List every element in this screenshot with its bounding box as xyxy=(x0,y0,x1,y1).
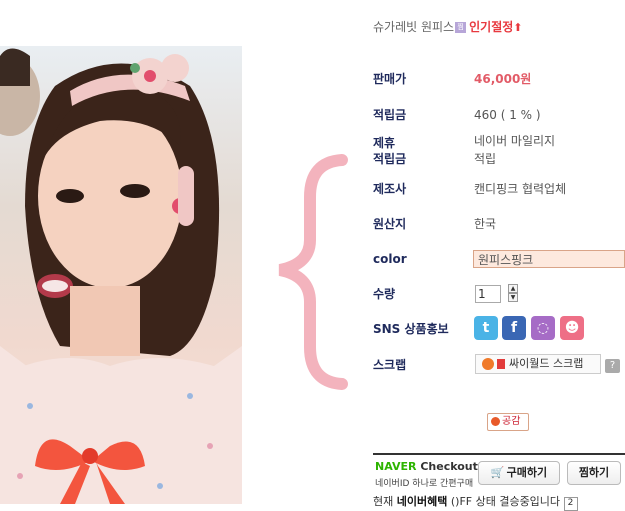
help-icon[interactable]: 2 xyxy=(563,497,578,511)
partner-points-value-2: 적립 xyxy=(474,152,497,166)
scrap-label: 스크랩 xyxy=(373,358,407,372)
quantity-label: 수량 xyxy=(373,287,396,301)
scrap-icon xyxy=(497,359,505,369)
model-illustration xyxy=(0,48,242,504)
wishlist-tag-icon: 찜 xyxy=(455,22,467,33)
twitter-icon[interactable]: t xyxy=(474,316,498,340)
like-icon xyxy=(491,416,500,426)
naver-checkout-subtitle: 네이버ID 하나로 간편구매 xyxy=(375,479,474,489)
points-value: 460 ( 1 % ) xyxy=(474,108,541,122)
like-button[interactable]: 공감 xyxy=(487,413,529,431)
naver-benefit-notice: 현재 네이버혜택 ()FF 상태 결승중입니다 2 xyxy=(373,493,578,511)
pink-brace-decoration xyxy=(272,152,352,396)
product-title-row: 슈가레빗 원피스 찜 인기절정⬆ xyxy=(373,18,523,35)
like-label: 공감 xyxy=(502,416,521,427)
manufacturer-value: 캔디핑크 협력업체 xyxy=(474,182,567,196)
partner-points-value-1: 네이버 마일리지 xyxy=(474,134,556,148)
origin-value: 한국 xyxy=(474,217,497,231)
price-label: 판매가 xyxy=(373,72,407,86)
manufacturer-label: 제조사 xyxy=(373,182,407,196)
sns-label: SNS 상품홍보 xyxy=(373,322,449,336)
origin-label: 원산지 xyxy=(373,217,407,231)
partner-points-label-2: 적립금 xyxy=(373,152,407,166)
product-title: 슈가레빗 원피스 xyxy=(373,20,455,34)
color-label: color xyxy=(373,252,407,266)
cyworld-icon xyxy=(482,358,494,370)
help-icon[interactable]: ? xyxy=(605,359,620,373)
buy-button[interactable]: 🛒 구매하기 xyxy=(478,461,560,485)
scrap-button-label: 싸이월드 스크랩 xyxy=(509,357,584,370)
naver-checkout-logo: NAVER Checkout xyxy=(375,460,478,473)
points-label: 적립금 xyxy=(373,108,407,122)
wishlist-button[interactable]: 찜하기 xyxy=(567,461,621,485)
cyworld-scrap-button[interactable]: 싸이월드 스크랩 xyxy=(475,354,601,374)
quantity-up-icon[interactable]: ▲ xyxy=(508,284,518,293)
divider xyxy=(373,453,625,455)
cart-icon: 🛒 xyxy=(490,466,505,479)
talk-icon[interactable]: ◌ xyxy=(531,316,555,340)
wishlist-button-label: 찜하기 xyxy=(578,466,610,479)
me2day-icon[interactable]: ☻ xyxy=(560,316,584,340)
buy-button-label: 구매하기 xyxy=(506,466,548,479)
facebook-icon[interactable]: f xyxy=(502,316,526,340)
partner-points-label-1: 제휴 xyxy=(373,136,396,150)
hot-label: 인기절정 xyxy=(469,20,514,34)
quantity-down-icon[interactable]: ▼ xyxy=(508,293,518,302)
up-arrow-icon: ⬆ xyxy=(513,21,523,34)
quantity-input[interactable]: 1 xyxy=(475,285,501,303)
price-value: 46,000원 xyxy=(474,72,532,86)
product-photo xyxy=(0,46,242,504)
color-select[interactable]: 원피스핑크 xyxy=(473,250,625,268)
